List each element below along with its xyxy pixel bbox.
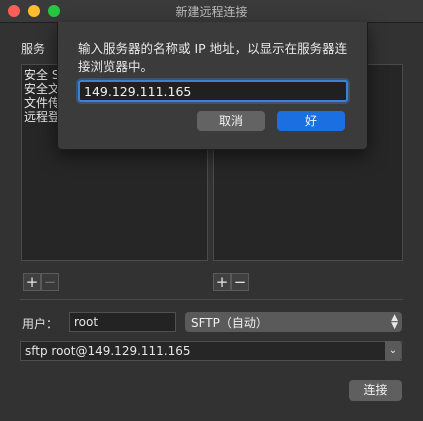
service-item-secure-shell[interactable]: 安全 S: [24, 68, 59, 82]
divider: [20, 299, 403, 300]
remove-server-button[interactable]: −: [231, 273, 249, 291]
user-label: 用户：: [22, 317, 59, 331]
window-title: 新建远程连接: [175, 5, 248, 19]
title-bar: 新建远程连接: [0, 0, 423, 23]
servers-add-remove: + −: [213, 273, 249, 291]
add-server-button[interactable]: +: [213, 273, 231, 291]
ok-button[interactable]: 好: [277, 111, 345, 131]
connect-button[interactable]: 连接: [349, 380, 402, 401]
server-address-sheet: 输入服务器的名称或 IP 地址，以显示在服务器连接浏览器中。 取消 好: [57, 22, 368, 150]
remove-service-button[interactable]: −: [41, 273, 59, 291]
service-item-secure-file[interactable]: 安全文: [24, 82, 60, 96]
service-item-file-transfer[interactable]: 文件传: [24, 96, 60, 110]
updown-chevron-icon: ▲ ▼: [391, 313, 398, 331]
cancel-button[interactable]: 取消: [197, 111, 265, 131]
command-value: sftp root@149.129.111.165: [25, 344, 191, 358]
command-combo[interactable]: sftp root@149.129.111.165 ⌄: [20, 341, 402, 361]
server-address-input[interactable]: [78, 80, 348, 102]
protocol-select[interactable]: SFTP（自动） ▲ ▼: [185, 312, 402, 332]
services-add-remove: + −: [23, 273, 59, 291]
chevron-down-icon[interactable]: ⌄: [385, 341, 401, 361]
user-field[interactable]: [69, 312, 176, 332]
new-remote-connection-window: 新建远程连接 服务 安全 S 安全文 文件传 远程登 + − + − 用户： S…: [0, 0, 423, 421]
service-item-remote-login[interactable]: 远程登: [24, 110, 60, 124]
protocol-selected-value: SFTP（自动）: [191, 316, 268, 330]
sheet-message: 输入服务器的名称或 IP 地址，以显示在服务器连接浏览器中。: [78, 41, 348, 74]
add-service-button[interactable]: +: [23, 273, 41, 291]
services-label: 服务: [21, 42, 46, 56]
